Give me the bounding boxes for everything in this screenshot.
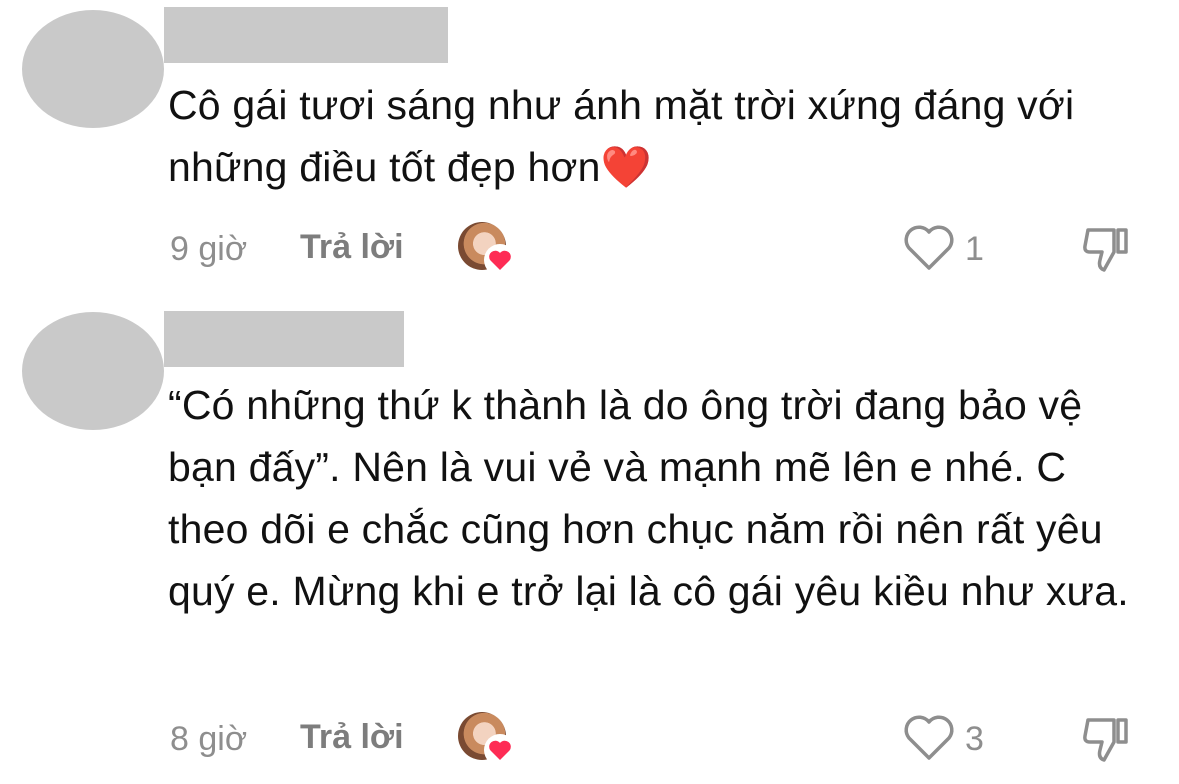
comment-actions: 8 giờ Trả lời 3 [168,712,1158,772]
comment-text: Cô gái tươi sáng như ánh mặt trời xứng đ… [168,82,1075,190]
username-redacted[interactable] [164,311,404,367]
thumbs-down-icon[interactable] [1080,712,1132,764]
reply-button[interactable]: Trả lời [300,718,404,757]
comment-time: 9 giờ [170,230,248,268]
heart-badge-icon [484,244,516,276]
like-count: 1 [965,230,984,268]
comment-actions: 9 giờ Trả lời 1 [168,222,1158,282]
heart-badge-icon [484,734,516,766]
avatar[interactable] [22,10,164,128]
heart-outline-icon[interactable] [903,714,955,762]
heart-outline-icon[interactable] [903,224,955,272]
comment-text: “Có những thứ k thành là do ông trời đan… [168,382,1129,614]
avatar[interactable] [22,312,164,430]
username-redacted[interactable] [164,7,448,63]
like-count: 3 [965,720,984,758]
comment-time: 8 giờ [170,720,248,758]
thumbs-down-icon[interactable] [1080,222,1132,274]
reply-button[interactable]: Trả lời [300,228,404,267]
